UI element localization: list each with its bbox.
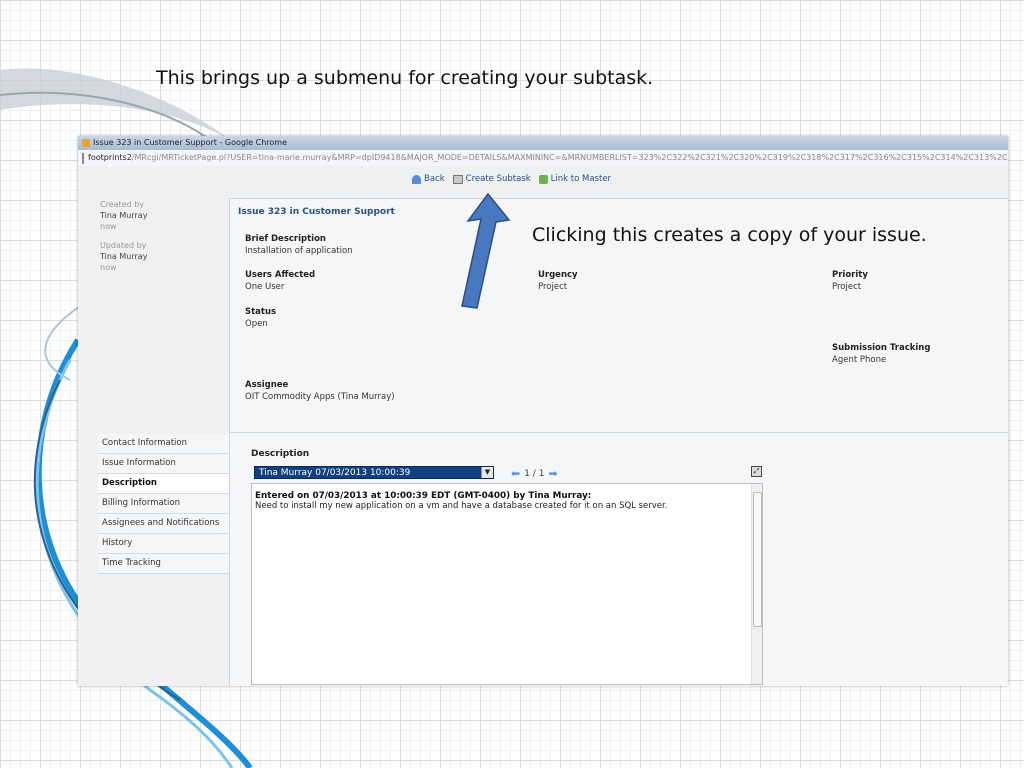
- brief-description-value: Installation of application: [245, 246, 353, 256]
- submission-tracking-field: Submission Tracking Agent Phone: [832, 342, 930, 366]
- description-panel: Description Tina Murray 07/03/2013 10:00…: [229, 432, 1008, 686]
- users-affected-value: One User: [245, 282, 285, 292]
- sidebar-item-assignees-and-notifications[interactable]: Assignees and Notifications: [98, 514, 229, 534]
- scrollbar-thumb[interactable]: [753, 492, 762, 627]
- browser-window: Issue 323 in Customer Support - Google C…: [78, 136, 1008, 686]
- issue-meta: Created by Tina Murray now Updated by Ti…: [100, 199, 147, 273]
- urgency-label: Urgency: [538, 270, 578, 280]
- status-label: Status: [245, 307, 277, 317]
- created-by-name: Tina Murray: [100, 211, 148, 220]
- created-when: now: [100, 222, 117, 231]
- previous-arrow-icon[interactable]: ⬅: [511, 467, 520, 480]
- pager-label: 1 / 1: [524, 468, 545, 479]
- priority-value: Project: [832, 282, 862, 292]
- issue-title: Issue 323 in Customer Support: [238, 207, 395, 217]
- status-field: Status Open: [245, 306, 276, 330]
- link-to-master-button[interactable]: Link to Master: [538, 174, 612, 184]
- sidebar-item-history[interactable]: History: [98, 534, 229, 554]
- description-pager: ⬅ 1 / 1 ➡: [511, 467, 558, 480]
- created-by-label: Created by: [100, 200, 145, 209]
- address-bar[interactable]: footprints2/MRcgi/MRTicketPage.pl?USER=t…: [78, 150, 1008, 167]
- assignee-label: Assignee: [245, 380, 289, 390]
- create-subtask-button[interactable]: Create Subtask: [452, 174, 531, 184]
- issue-toolbar: Back Create Subtask Link to Master: [412, 174, 611, 184]
- updated-by-name: Tina Murray: [100, 252, 148, 261]
- back-button[interactable]: Back: [412, 174, 445, 184]
- description-text-area[interactable]: Entered on 07/03/2013 at 10:00:39 EDT (G…: [251, 483, 763, 685]
- urgency-value: Project: [538, 282, 568, 292]
- slide-caption-top: This brings up a submenu for creating yo…: [156, 67, 654, 89]
- back-icon: [412, 174, 421, 184]
- sidebar-item-issue-information[interactable]: Issue Information: [98, 454, 229, 474]
- updated-when: now: [100, 263, 117, 272]
- sidebar-item-time-tracking[interactable]: Time Tracking: [98, 554, 229, 574]
- sidebar-item-description[interactable]: Description: [98, 474, 229, 494]
- next-arrow-icon[interactable]: ➡: [548, 467, 557, 480]
- brief-description-label: Brief Description: [245, 234, 326, 244]
- brief-description-field: Brief Description Installation of applic…: [245, 233, 353, 257]
- entry-header: Entered on 07/03/2013 at 10:00:39 EDT (G…: [255, 491, 592, 501]
- priority-label: Priority: [832, 270, 868, 280]
- window-titlebar: Issue 323 in Customer Support - Google C…: [78, 136, 1008, 150]
- link-to-master-label: Link to Master: [550, 174, 612, 184]
- link-icon: [538, 174, 548, 184]
- chevron-down-icon: ▼: [481, 467, 493, 478]
- description-entry-selected: Tina Murray 07/03/2013 10:00:39: [259, 468, 411, 478]
- description-scrollbar[interactable]: [751, 484, 762, 684]
- subtask-icon: [452, 174, 463, 184]
- expand-icon[interactable]: ⤢: [751, 466, 762, 477]
- annotation-arrow: [461, 192, 511, 309]
- submission-tracking-label: Submission Tracking: [832, 343, 931, 353]
- slide-caption-right: Clicking this creates a copy of your iss…: [532, 224, 927, 246]
- urgency-field: Urgency Project: [538, 269, 578, 293]
- assignee-value: OIT Commodity Apps (Tina Murray): [245, 392, 395, 402]
- sidebar-item-billing-information[interactable]: Billing Information: [98, 494, 229, 514]
- address-path: /MRcgi/MRTicketPage.pl?USER=tina-marie.m…: [131, 153, 1008, 162]
- assignee-field: Assignee OIT Commodity Apps (Tina Murray…: [245, 379, 395, 403]
- description-label: Description: [251, 449, 310, 459]
- entry-text: Need to install my new application on a …: [255, 501, 668, 511]
- sidebar-item-contact-information[interactable]: Contact Information: [98, 434, 229, 454]
- updated-by-label: Updated by: [100, 241, 147, 250]
- back-label: Back: [424, 174, 445, 184]
- address-host: footprints2: [88, 153, 132, 162]
- status-value: Open: [245, 319, 268, 329]
- section-sidebar: Contact Information Issue Information De…: [98, 434, 229, 574]
- description-entry-select[interactable]: Tina Murray 07/03/2013 10:00:39 ▼: [254, 466, 494, 479]
- submission-tracking-value: Agent Phone: [832, 355, 887, 365]
- chrome-icon: [82, 139, 90, 147]
- window-title: Issue 323 in Customer Support - Google C…: [93, 138, 288, 147]
- page-icon: [82, 152, 84, 164]
- create-subtask-label: Create Subtask: [465, 174, 531, 184]
- users-affected-field: Users Affected One User: [245, 269, 315, 293]
- priority-field: Priority Project: [832, 269, 868, 293]
- users-affected-label: Users Affected: [245, 270, 316, 280]
